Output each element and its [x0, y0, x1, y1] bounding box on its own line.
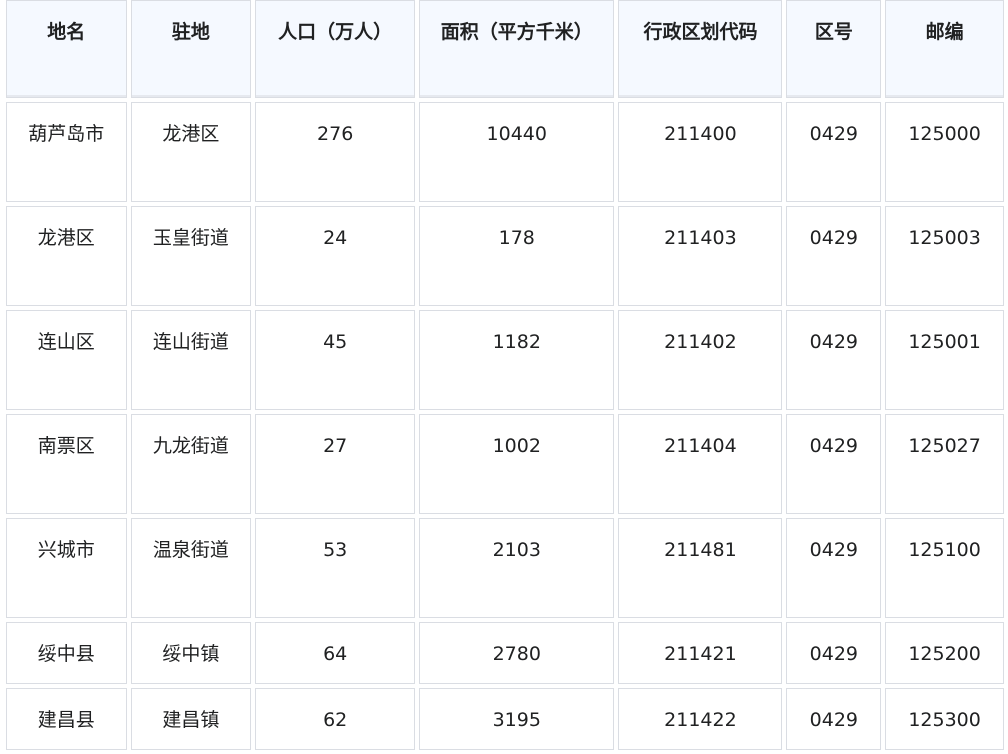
cell-area-code: 0429 — [786, 206, 882, 306]
cell-population: 45 — [255, 310, 416, 410]
cell-area-code: 0429 — [786, 518, 882, 618]
cell-area: 3195 — [419, 688, 615, 750]
cell-division-code: 211481 — [618, 518, 783, 618]
data-table-container: 地名 驻地 人口（万人） 面积（平方千米） 行政区划代码 区号 邮编 葫芦岛市 … — [2, 0, 1008, 754]
cell-place-name: 兴城市 — [6, 518, 127, 618]
cell-postal-code: 125001 — [885, 310, 1004, 410]
cell-division-code: 211421 — [618, 622, 783, 684]
cell-division-code: 211402 — [618, 310, 783, 410]
header-postal-code[interactable]: 邮编 — [885, 0, 1004, 98]
header-place-name[interactable]: 地名 — [6, 0, 127, 98]
table-row: 葫芦岛市 龙港区 276 10440 211400 0429 125000 — [6, 102, 1004, 202]
cell-seat: 绥中镇 — [130, 622, 252, 684]
cell-postal-code: 125000 — [885, 102, 1004, 202]
cell-place-name: 建昌县 — [6, 688, 127, 750]
table-row: 兴城市 温泉街道 53 2103 211481 0429 125100 — [6, 518, 1004, 618]
table-row: 龙港区 玉皇街道 24 178 211403 0429 125003 — [6, 206, 1004, 306]
cell-area: 178 — [419, 206, 615, 306]
table-row: 绥中县 绥中镇 64 2780 211421 0429 125200 — [6, 622, 1004, 684]
cell-postal-code: 125027 — [885, 414, 1004, 514]
cell-area-code: 0429 — [786, 414, 882, 514]
cell-area: 2780 — [419, 622, 615, 684]
table-row: 南票区 九龙街道 27 1002 211404 0429 125027 — [6, 414, 1004, 514]
cell-population: 53 — [255, 518, 416, 618]
cell-area: 1182 — [419, 310, 615, 410]
header-seat[interactable]: 驻地 — [130, 0, 252, 98]
cell-division-code: 211422 — [618, 688, 783, 750]
cell-postal-code: 125100 — [885, 518, 1004, 618]
cell-population: 24 — [255, 206, 416, 306]
cell-seat: 建昌镇 — [130, 688, 252, 750]
cell-place-name: 绥中县 — [6, 622, 127, 684]
cell-population: 276 — [255, 102, 416, 202]
cell-place-name: 葫芦岛市 — [6, 102, 127, 202]
cell-area: 2103 — [419, 518, 615, 618]
cell-population: 64 — [255, 622, 416, 684]
cell-division-code: 211404 — [618, 414, 783, 514]
header-area[interactable]: 面积（平方千米） — [419, 0, 615, 98]
header-row: 地名 驻地 人口（万人） 面积（平方千米） 行政区划代码 区号 邮编 — [6, 0, 1004, 98]
header-division-code[interactable]: 行政区划代码 — [618, 0, 783, 98]
header-population[interactable]: 人口（万人） — [255, 0, 416, 98]
cell-area-code: 0429 — [786, 310, 882, 410]
cell-division-code: 211403 — [618, 206, 783, 306]
cell-area-code: 0429 — [786, 622, 882, 684]
cell-place-name: 龙港区 — [6, 206, 127, 306]
table-row: 建昌县 建昌镇 62 3195 211422 0429 125300 — [6, 688, 1004, 750]
cell-postal-code: 125200 — [885, 622, 1004, 684]
cell-population: 27 — [255, 414, 416, 514]
cell-area: 10440 — [419, 102, 615, 202]
division-table: 地名 驻地 人口（万人） 面积（平方千米） 行政区划代码 区号 邮编 葫芦岛市 … — [2, 0, 1008, 754]
header-area-code[interactable]: 区号 — [786, 0, 882, 98]
cell-division-code: 211400 — [618, 102, 783, 202]
cell-area-code: 0429 — [786, 102, 882, 202]
cell-seat: 温泉街道 — [130, 518, 252, 618]
table-row: 连山区 连山街道 45 1182 211402 0429 125001 — [6, 310, 1004, 410]
cell-seat: 连山街道 — [130, 310, 252, 410]
cell-area-code: 0429 — [786, 688, 882, 750]
cell-place-name: 连山区 — [6, 310, 127, 410]
cell-postal-code: 125003 — [885, 206, 1004, 306]
cell-seat: 九龙街道 — [130, 414, 252, 514]
cell-area: 1002 — [419, 414, 615, 514]
cell-seat: 玉皇街道 — [130, 206, 252, 306]
cell-postal-code: 125300 — [885, 688, 1004, 750]
cell-place-name: 南票区 — [6, 414, 127, 514]
cell-seat: 龙港区 — [130, 102, 252, 202]
cell-population: 62 — [255, 688, 416, 750]
